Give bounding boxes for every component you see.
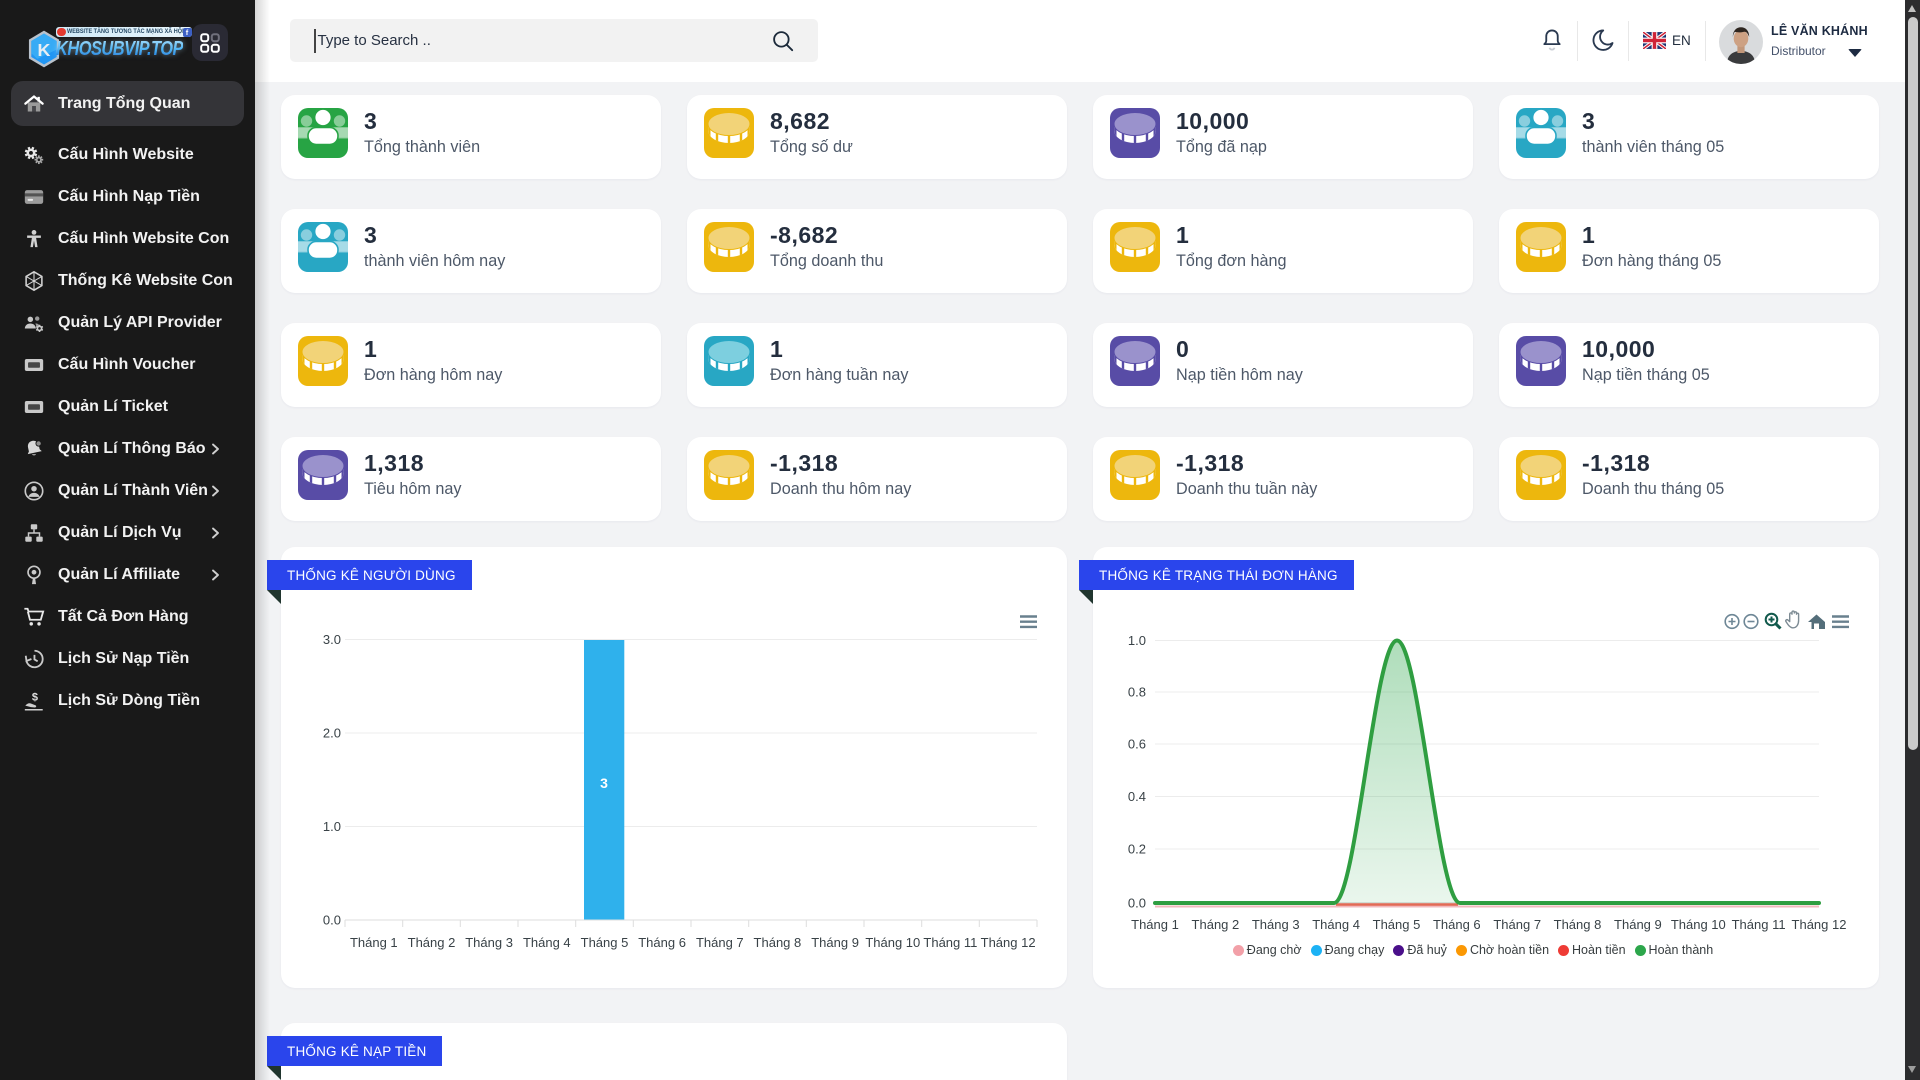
svg-text:Tháng 9: Tháng 9 <box>1614 917 1662 932</box>
svg-text:Tháng 8: Tháng 8 <box>1554 917 1602 932</box>
svg-text:Tháng 3: Tháng 3 <box>1252 917 1300 932</box>
svg-text:Tháng 2: Tháng 2 <box>1192 917 1240 932</box>
svg-text:0.6: 0.6 <box>1128 737 1146 752</box>
svg-text:Tháng 11: Tháng 11 <box>1732 917 1786 932</box>
svg-text:Tháng 10: Tháng 10 <box>1671 917 1726 932</box>
svg-text:K: K <box>38 40 51 60</box>
svg-text:Tháng 8: Tháng 8 <box>754 935 802 950</box>
svg-text:Tháng 7: Tháng 7 <box>696 935 744 950</box>
svg-text:Tháng 4: Tháng 4 <box>523 935 571 950</box>
svg-text:Tháng 5: Tháng 5 <box>581 935 629 950</box>
svg-text:$: $ <box>32 691 38 703</box>
svg-text:3.0: 3.0 <box>323 632 341 647</box>
svg-text:Tháng 6: Tháng 6 <box>638 935 686 950</box>
svg-text:Tháng 12: Tháng 12 <box>981 935 1036 950</box>
svg-text:Tháng 10: Tháng 10 <box>865 935 920 950</box>
svg-text:Tháng 6: Tháng 6 <box>1433 917 1481 932</box>
svg-text:0.0: 0.0 <box>1128 896 1146 911</box>
svg-text:Tháng 1: Tháng 1 <box>1131 917 1179 932</box>
svg-text:1.0: 1.0 <box>1128 633 1146 648</box>
svg-text:Tháng 4: Tháng 4 <box>1312 917 1360 932</box>
svg-text:1.0: 1.0 <box>323 819 341 834</box>
svg-text:Tháng 9: Tháng 9 <box>811 935 859 950</box>
svg-text:0.0: 0.0 <box>323 913 341 928</box>
svg-text:0.4: 0.4 <box>1128 789 1146 804</box>
svg-text:Tháng 7: Tháng 7 <box>1493 917 1541 932</box>
svg-text:Tháng 11: Tháng 11 <box>923 935 977 950</box>
svg-text:Tháng 2: Tháng 2 <box>408 935 456 950</box>
svg-text:Tháng 3: Tháng 3 <box>465 935 513 950</box>
svg-text:0.2: 0.2 <box>1128 842 1146 857</box>
svg-text:2.0: 2.0 <box>323 726 341 741</box>
svg-text:Tháng 12: Tháng 12 <box>1792 917 1847 932</box>
svg-text:Tháng 5: Tháng 5 <box>1373 917 1421 932</box>
svg-text:3: 3 <box>600 775 608 791</box>
svg-text:Tháng 1: Tháng 1 <box>350 935 398 950</box>
svg-text:0.8: 0.8 <box>1128 685 1146 700</box>
